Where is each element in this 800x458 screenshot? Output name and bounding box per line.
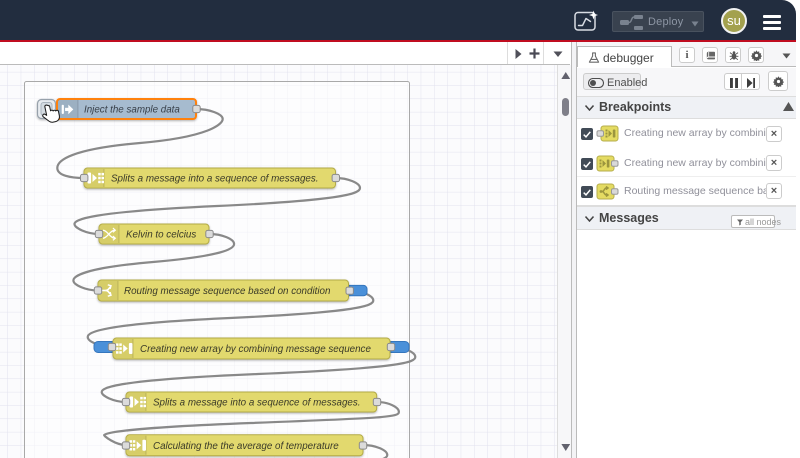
svg-text:Routing message sequence based: Routing message sequence based on condit… [124, 286, 330, 297]
svg-text:Calculating the the average of: Calculating the the average of temperatu… [153, 441, 339, 452]
svg-text:Splits a message into a sequen: Splits a message into a sequence of mess… [111, 174, 319, 185]
svg-text:Inject the sample data: Inject the sample data [84, 105, 180, 116]
svg-text:Splits a message into a sequen: Splits a message into a sequence of mess… [153, 398, 361, 409]
svg-text:Kelvin to celcius: Kelvin to celcius [126, 230, 196, 241]
svg-text:Creating new array by combinin: Creating new array by combining message … [140, 344, 371, 355]
